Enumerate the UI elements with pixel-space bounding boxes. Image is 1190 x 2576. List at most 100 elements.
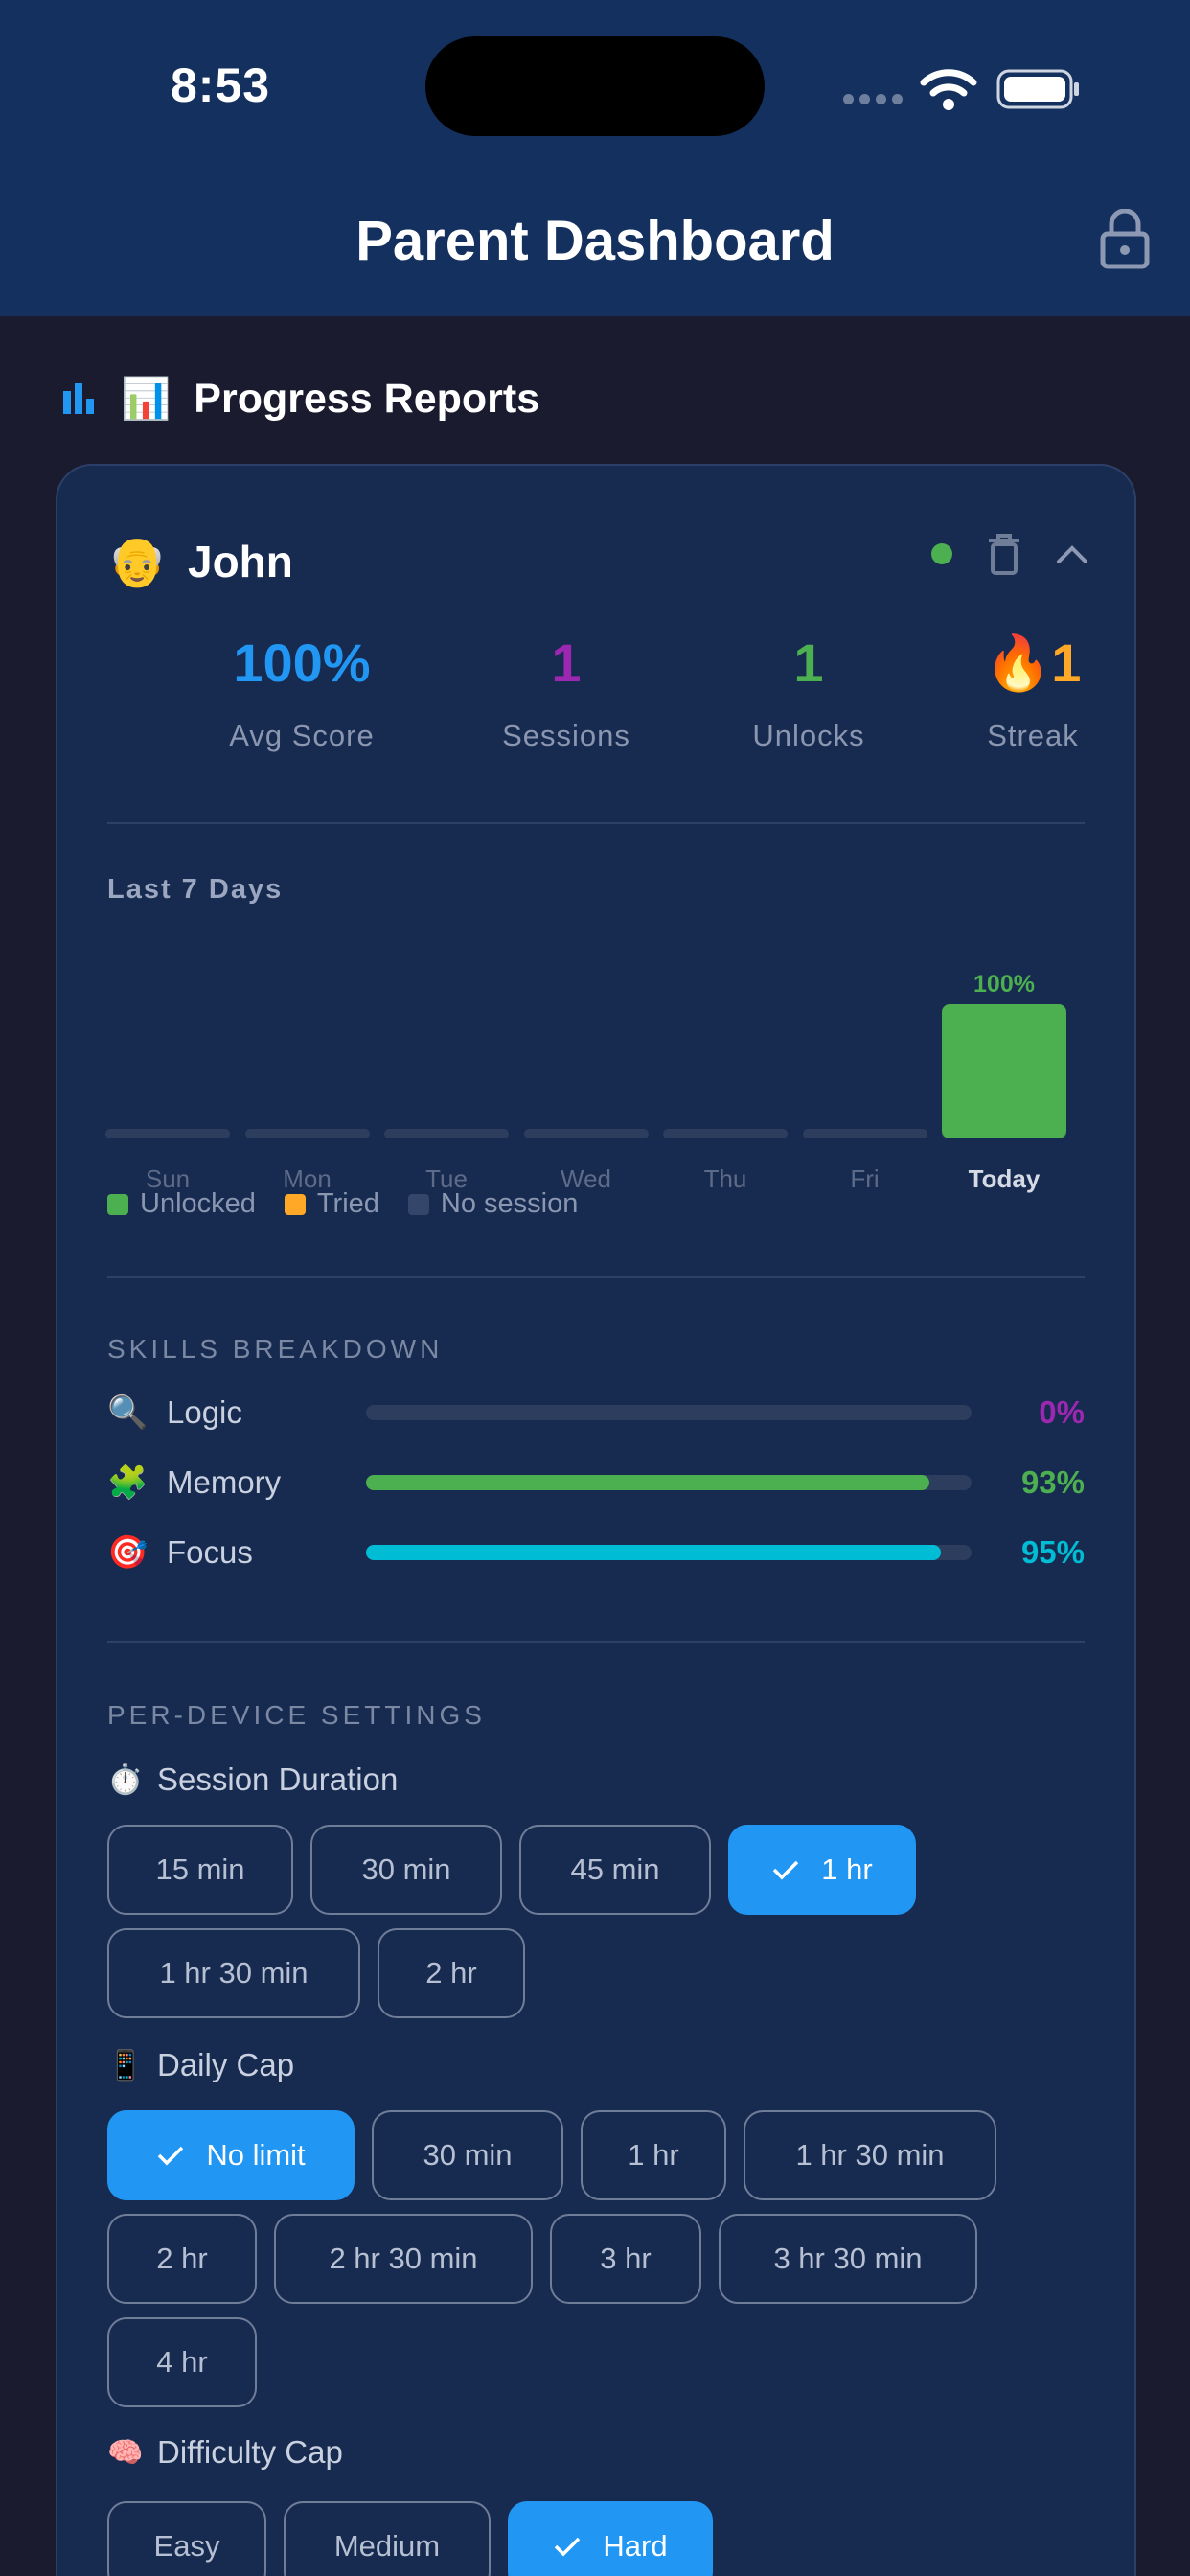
chip-label: 30 min (361, 1852, 451, 1886)
battery-icon (996, 69, 1079, 109)
child-report-card: 👴 John 100% Avg Score 1 Sessions 1 Unloc… (56, 464, 1136, 2576)
skills-title: SKILLS BREAKDOWN (107, 1334, 444, 1364)
setting-label-text: Session Duration (157, 1761, 399, 1797)
skill-row-logic: 🔍 Logic 0% (107, 1384, 1085, 1441)
skill-row-focus: 🎯 Focus 95% (107, 1524, 1085, 1581)
stat-value: 🔥1 (984, 632, 1082, 693)
legend-label: No session (440, 1188, 579, 1219)
session-duration-option-1-hr[interactable]: 1 hr (728, 1825, 916, 1915)
skill-progress-track (366, 1405, 972, 1420)
stat-label: Unlocks (752, 719, 865, 752)
stat-sessions: 1 Sessions (451, 629, 681, 753)
day-label: Today (968, 1164, 1041, 1193)
difficulty-cap-option-medium[interactable]: Medium (284, 2501, 491, 2576)
stats-row: 100% Avg Score 1 Sessions 1 Unlocks 🔥1 S… (57, 629, 1134, 763)
stat-value: 100% (233, 632, 371, 693)
chip-label: 2 hr (156, 2242, 208, 2275)
child-name: John (188, 537, 293, 586)
day-bar-empty (802, 1129, 927, 1138)
session-duration-option-2-hr[interactable]: 2 hr (378, 1928, 525, 2018)
day-bar-empty (244, 1129, 370, 1138)
daily-cap-option-3-hr[interactable]: 3 hr (550, 2214, 701, 2304)
chip-label: 2 hr (425, 1956, 477, 1990)
session-duration-option-45-min[interactable]: 45 min (519, 1825, 711, 1915)
daily-cap-option-2-hr-30-min[interactable]: 2 hr 30 min (274, 2214, 533, 2304)
day-bar-empty (523, 1129, 649, 1138)
chevron-up-icon[interactable] (1056, 543, 1088, 564)
chip-label: 2 hr 30 min (329, 2242, 478, 2275)
lock-icon[interactable] (1098, 209, 1152, 270)
session-duration-option-15-min[interactable]: 15 min (107, 1825, 293, 1915)
logic-icon: 🔍 (107, 1394, 149, 1431)
chip-label: 45 min (570, 1852, 660, 1886)
day-column: Thu (663, 935, 788, 1252)
day-label: Fri (850, 1164, 880, 1193)
chip-label: 1 hr (821, 1852, 873, 1886)
difficulty-cap-option-easy[interactable]: Easy (107, 2501, 266, 2576)
trash-icon[interactable] (987, 533, 1021, 575)
daily-cap-label: 📱 Daily Cap (107, 2047, 294, 2083)
chart-emoji-icon: 📊 (121, 375, 172, 421)
skill-name: Memory (167, 1464, 282, 1500)
chip-label: Hard (603, 2529, 668, 2563)
difficulty-cap-label: 🧠 Difficulty Cap (107, 2434, 343, 2471)
child-actions (931, 533, 1088, 575)
setting-label-text: Daily Cap (157, 2047, 295, 2082)
child-avatar: 👴 (107, 534, 168, 588)
dynamic-island (425, 36, 765, 136)
day-bar-empty (105, 1129, 230, 1138)
skill-progress-track (366, 1475, 972, 1490)
divider (107, 822, 1085, 824)
day-percent-label: 100% (973, 971, 1035, 998)
session-duration-option-30-min[interactable]: 30 min (310, 1825, 502, 1915)
divider (107, 1276, 1085, 1278)
child-header[interactable]: 👴 John (107, 523, 1088, 600)
week-legend: Unlocked Tried No session (107, 1188, 606, 1220)
daily-cap-option-30-min[interactable]: 30 min (372, 2110, 563, 2200)
stat-label: Avg Score (229, 719, 375, 752)
chip-label: 1 hr (628, 2138, 679, 2172)
difficulty-cap-options: Easy Medium Hard (107, 2501, 1104, 2576)
skill-percent: 0% (1039, 1394, 1085, 1430)
skill-name: Logic (167, 1394, 242, 1430)
daily-cap-option-no-limit[interactable]: No limit (107, 2110, 355, 2200)
chip-label: 1 hr 30 min (795, 2138, 945, 2172)
legend-label: Unlocked (140, 1188, 256, 1219)
phone-icon: 📱 (107, 2049, 144, 2082)
skill-percent: 95% (1020, 1534, 1085, 1570)
chip-label: No limit (206, 2138, 306, 2172)
legend-item: Unlocked (107, 1188, 256, 1220)
status-time: 8:53 (171, 58, 271, 112)
daily-cap-option-4-hr[interactable]: 4 hr (107, 2317, 257, 2407)
page-title: Parent Dashboard (355, 210, 835, 272)
check-icon (555, 2537, 581, 2557)
chip-label: 30 min (423, 2138, 513, 2172)
check-icon (158, 2146, 184, 2166)
stopwatch-icon: ⏱️ (107, 1763, 144, 1796)
chip-label: 15 min (155, 1852, 245, 1886)
session-duration-option-1-hr-30-min[interactable]: 1 hr 30 min (107, 1928, 360, 2018)
settings-title: PER-DEVICE SETTINGS (107, 1700, 486, 1730)
app-header: 8:53 Parent Dashboard (0, 0, 1190, 316)
bar-chart-icon (63, 383, 94, 414)
daily-cap-option-1-hr[interactable]: 1 hr (581, 2110, 726, 2200)
chip-label: Easy (153, 2529, 220, 2563)
skill-progress-fill (366, 1545, 942, 1560)
session-duration-label: ⏱️ Session Duration (107, 1761, 398, 1798)
difficulty-cap-option-hard[interactable]: Hard (508, 2501, 713, 2576)
brain-icon: 🧠 (107, 2436, 144, 2469)
legend-swatch (284, 1193, 306, 1215)
daily-cap-option-2-hr[interactable]: 2 hr (107, 2214, 257, 2304)
setting-label-text: Difficulty Cap (157, 2434, 343, 2470)
divider (107, 1641, 1085, 1643)
daily-cap-option-3-hr-30-min[interactable]: 3 hr 30 min (719, 2214, 977, 2304)
legend-swatch (407, 1193, 429, 1215)
stat-value: 1 (793, 632, 824, 693)
stat-streak: 🔥1 Streak (918, 629, 1148, 753)
daily-cap-option-1-hr-30-min[interactable]: 1 hr 30 min (744, 2110, 996, 2200)
memory-icon: 🧩 (107, 1464, 149, 1501)
legend-item: Tried (284, 1188, 379, 1220)
chip-label: Medium (333, 2529, 441, 2563)
online-status-dot (931, 543, 952, 564)
focus-icon: 🎯 (107, 1534, 149, 1571)
